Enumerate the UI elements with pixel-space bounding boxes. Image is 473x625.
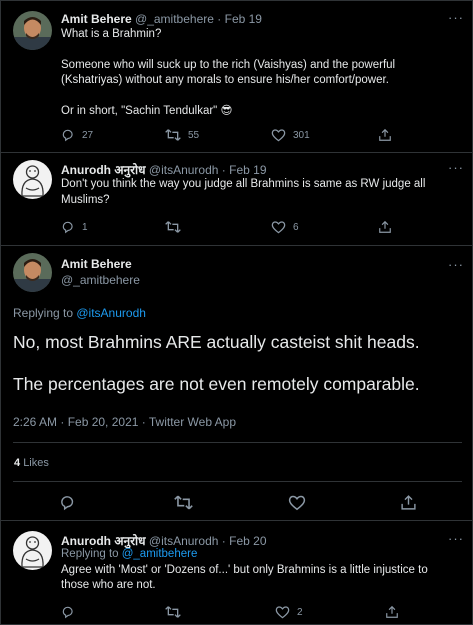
replying-to: Replying to @itsAnurodh <box>13 306 146 320</box>
tweet-timestamp[interactable]: 2:26 AM · Feb 20, 2021 · Twitter Web App <box>13 415 236 429</box>
reply-count: 1 <box>82 221 88 233</box>
tweet-line: those who are not. <box>61 579 156 591</box>
like-count: 301 <box>293 129 310 141</box>
divider <box>1 520 473 521</box>
tweet-line: Don't you think the way you judge all Br… <box>61 178 426 190</box>
reply-button[interactable]: 1 <box>61 219 88 235</box>
retweet-icon <box>165 221 181 233</box>
separator-dot: · <box>221 163 226 177</box>
like-count: 2 <box>297 606 303 618</box>
reply-icon <box>62 129 73 142</box>
divider <box>1 245 473 246</box>
amit-avatar-icon <box>13 11 52 50</box>
timeline: Amit Behere @_amitbehere · Feb 19 ··· Wh… <box>0 0 473 625</box>
tweet-line: (Kshatriyas) without any morals to ensur… <box>61 74 389 86</box>
tweet-text: Replying to @_amitbehere Agree with 'Mos… <box>61 547 428 594</box>
retweet-count: 55 <box>188 129 200 141</box>
tweet-line: Someone who will suck up to the rich (Va… <box>61 58 396 71</box>
retweet-icon <box>165 129 181 141</box>
tweet-line: Agree with 'Most' or 'Dozens of...' but … <box>61 563 428 576</box>
avatar[interactable] <box>13 11 52 50</box>
author-name[interactable]: Anurodh अनुरोध <box>61 534 146 548</box>
likes-count: 4 <box>14 457 21 469</box>
more-options-icon[interactable]: ··· <box>448 258 464 271</box>
tweet-date[interactable]: Feb 19 <box>225 12 262 26</box>
author-name[interactable]: Anurodh अनुरोध <box>61 163 146 177</box>
tweet-actions: 1 6 <box>61 219 461 235</box>
more-options-icon[interactable]: ··· <box>448 532 464 545</box>
share-button[interactable] <box>378 127 392 143</box>
share-button[interactable] <box>400 493 417 511</box>
tweet-text: Don't you think the way you judge all Br… <box>61 177 425 208</box>
amit-avatar-icon <box>13 253 52 292</box>
tweet-date[interactable]: Feb 20 <box>229 534 266 548</box>
reply-count: 27 <box>82 129 94 141</box>
anurodh-avatar-icon <box>13 531 52 570</box>
tweet-actions: 27 55 301 <box>61 127 461 143</box>
tweet-header: Amit Behere @_amitbehere · Feb 19 <box>61 12 262 26</box>
replying-to: Replying to @_amitbehere <box>61 548 198 560</box>
divider <box>13 481 462 482</box>
tweet-line: What is a Brahmin? <box>61 28 162 40</box>
replying-to-link[interactable]: @_amitbehere <box>122 548 198 560</box>
like-button[interactable]: 301 <box>271 127 310 143</box>
share-icon <box>386 605 398 618</box>
tweet-line: Muslims? <box>61 193 110 206</box>
divider <box>1 152 473 153</box>
author-handle[interactable]: @itsAnurodh <box>149 534 219 548</box>
heart-icon <box>271 221 286 234</box>
retweet-icon <box>165 606 181 618</box>
tweet-line: Or in short, "Sachin Tendulkar" 😎 <box>61 104 233 117</box>
heart-icon <box>271 129 286 142</box>
reply-button[interactable]: 27 <box>61 127 93 143</box>
retweet-icon <box>174 495 193 509</box>
share-button[interactable] <box>385 604 399 620</box>
like-button[interactable] <box>288 493 306 511</box>
share-icon <box>379 220 391 233</box>
author-name[interactable]: Amit Behere <box>61 257 132 271</box>
author-handle[interactable]: @itsAnurodh <box>149 163 219 177</box>
main-tweet-text: No, most Brahmins ARE actually casteist … <box>13 331 420 395</box>
more-options-icon[interactable]: ··· <box>448 11 464 24</box>
reply-icon <box>62 221 73 234</box>
avatar[interactable] <box>13 253 52 292</box>
retweet-button[interactable] <box>165 219 188 235</box>
tweet-date[interactable]: Feb 19 <box>229 163 266 177</box>
author-handle[interactable]: @_amitbehere <box>135 12 214 26</box>
reply-button[interactable] <box>59 493 76 511</box>
share-button[interactable] <box>378 219 392 235</box>
anurodh-avatar-icon <box>13 160 52 199</box>
avatar[interactable] <box>13 160 52 199</box>
share-icon <box>401 494 416 510</box>
tweet-actions: 2 <box>61 604 461 620</box>
share-icon <box>379 128 391 141</box>
reply-icon <box>62 606 73 619</box>
retweet-button[interactable]: 55 <box>165 127 199 143</box>
retweet-button[interactable] <box>165 604 188 620</box>
replying-to-link[interactable]: @itsAnurodh <box>76 306 146 320</box>
divider <box>13 442 462 443</box>
tweet-line: The percentages are not even remotely co… <box>13 374 420 394</box>
likes-summary[interactable]: 4 Likes <box>14 457 49 469</box>
avatar[interactable] <box>13 531 52 570</box>
tweet-header: Anurodh अनुरोध @itsAnurodh · Feb 19 <box>61 161 267 178</box>
likes-label: Likes <box>23 457 49 469</box>
like-button[interactable]: 6 <box>271 219 299 235</box>
separator-dot: · <box>217 12 222 26</box>
author-name[interactable]: Amit Behere <box>61 12 132 26</box>
reply-icon <box>61 495 74 510</box>
more-options-icon[interactable]: ··· <box>448 161 464 174</box>
tweet-line: No, most Brahmins ARE actually casteist … <box>13 332 420 352</box>
tweet-text: What is a Brahmin? Someone who will suck… <box>61 27 395 119</box>
heart-icon <box>288 495 306 510</box>
retweet-button[interactable] <box>174 493 193 511</box>
separator-dot: · <box>221 534 226 548</box>
heart-icon <box>275 606 290 619</box>
author-handle[interactable]: @_amitbehere <box>61 273 140 287</box>
like-button[interactable]: 2 <box>275 604 303 620</box>
like-count: 6 <box>293 221 299 233</box>
main-tweet-actions <box>59 493 419 511</box>
reply-button[interactable] <box>61 604 82 620</box>
sunglasses-emoji-icon: 😎 <box>220 104 233 117</box>
